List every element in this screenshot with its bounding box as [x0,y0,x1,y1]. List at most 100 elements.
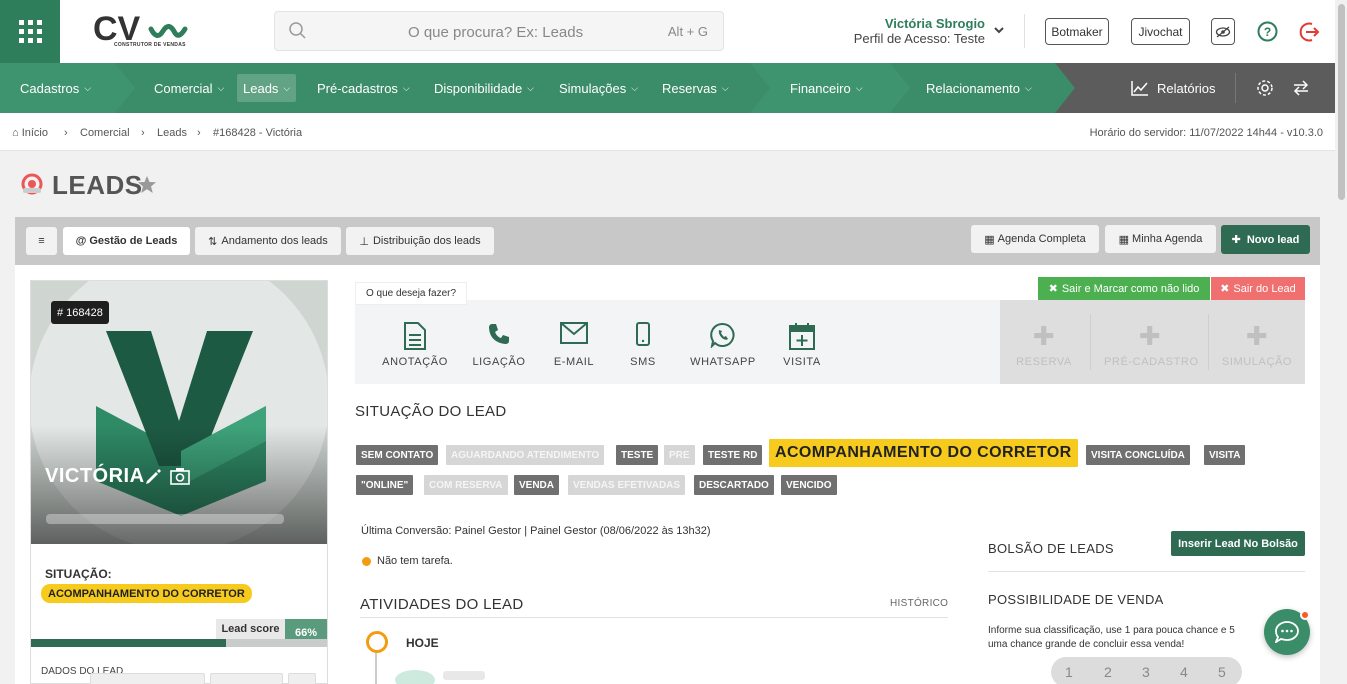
action-reserva: ✚ RESERVA [1014,321,1074,368]
nav-comercial[interactable]: Comercial ⌵ [154,63,224,113]
rating-option[interactable]: 4 [1180,664,1188,680]
jivochat-button[interactable]: Jivochat [1131,18,1190,45]
activities-title: ATIVIDADES DO LEAD [360,596,524,613]
note-icon [404,322,426,350]
hamburger-menu-button[interactable]: ≡ [26,227,57,255]
rating-option[interactable]: 3 [1142,664,1150,680]
status-chip[interactable]: "ONLINE" [356,475,414,495]
exit-mark-unread-button[interactable]: ✖ Sair e Marcar como não lido [1038,277,1210,300]
scrollbar-thumb[interactable] [1338,4,1345,200]
status-chip[interactable]: VISITA CONCLUÍDA [1086,445,1190,465]
help-icon[interactable]: ? [1257,21,1278,42]
breadcrumb-item-leads[interactable]: Leads [157,127,187,139]
plus-icon: ✚ [1032,321,1056,351]
activity-text-blurred [443,671,485,680]
breadcrumb-separator: › [197,127,201,139]
user-name[interactable]: Victória Sbrogio [885,16,985,31]
action-label: SMS [630,356,656,368]
logout-icon[interactable] [1299,21,1321,43]
gear-icon[interactable] [1256,79,1274,97]
status-chip[interactable]: TESTE [616,445,659,465]
timeline-today-marker [366,631,388,653]
apps-menu-button[interactable] [0,0,60,63]
action-label: VISITA [783,356,821,368]
status-chip[interactable]: COM RESERVA [424,475,508,495]
eye-slash-icon [1215,26,1231,37]
partial-button[interactable] [210,673,283,684]
nav-cadastros[interactable]: Cadastros ⌵ [20,63,91,113]
nav-pre-cadastros[interactable]: Pré-cadastros ⌵ [317,63,410,113]
exit-lead-button[interactable]: ✖ Sair do Lead [1211,277,1305,300]
status-chip[interactable]: DESCARTADO [694,475,774,495]
logo-subtitle: CONSTRUTOR DE VENDAS [114,42,186,48]
action-sms[interactable]: SMS [628,322,658,368]
plus-icon: ✚ [1231,234,1241,246]
botmaker-button[interactable]: Botmaker [1045,18,1109,45]
partial-button[interactable] [288,673,316,684]
nav-leads[interactable]: Leads ⌵ [237,74,297,102]
tab-gestao-de-leads[interactable]: @ Gestão de Leads [63,227,190,255]
status-chip[interactable]: AGUARDANDO ATENDIMENTO [446,445,605,465]
global-search[interactable]: O que procura? Ex: Leads Alt + G [274,11,724,51]
status-chip[interactable]: SEM CONTATO [356,445,439,465]
action-label: SIMULAÇÃO [1221,356,1293,368]
novo-lead-button[interactable]: ✚ Novo lead [1221,225,1310,254]
breadcrumb-separator: › [141,127,145,139]
nav-disponibilidade[interactable]: Disponibilidade ⌵ [434,63,534,113]
chat-bubble-icon [1275,621,1299,643]
swap-icon[interactable] [1293,80,1309,96]
action-email[interactable]: E-MAIL [549,322,599,368]
breadcrumb-home[interactable]: ⌂ Início [12,127,48,139]
minha-agenda-button[interactable]: ▦ Minha Agenda [1105,225,1216,253]
tab-distribuicao-dos-leads[interactable]: ⊥ Distribuição dos leads [346,227,494,255]
timeline-line [375,650,377,684]
situation-label: SITUAÇÃO: [45,567,112,581]
action-anotacao[interactable]: ANOTAÇÃO [380,322,450,368]
agenda-completa-button[interactable]: ▦ Agenda Completa [971,225,1099,253]
header-divider [1024,14,1025,48]
chat-notification-dot [1300,610,1310,620]
search-shortcut: Alt + G [667,24,708,39]
breadcrumb-item-comercial[interactable]: Comercial [80,127,130,139]
pencil-icon[interactable] [144,468,162,486]
status-chip[interactable]: VENDAS EFETIVADAS [568,475,686,495]
user-profile: Perfil de Acesso: Teste [853,31,985,46]
nav-relacionamento[interactable]: Relacionamento ⌵ [926,63,1032,113]
rating-option[interactable]: 5 [1218,664,1226,680]
status-chip[interactable]: VENDA [514,475,560,495]
visibility-toggle-button[interactable] [1211,18,1235,45]
tab-andamento-dos-leads[interactable]: ⇅ Andamento dos leads [195,227,341,255]
status-chip[interactable]: VENCIDO [781,475,837,495]
status-chip[interactable]: PRE [664,445,695,465]
nav-simulacoes[interactable]: Simulações ⌵ [559,63,638,113]
divider [988,571,1305,572]
action-whatsapp[interactable]: WHATSAPP [688,322,758,368]
nav-financeiro[interactable]: Financeiro ⌵ [790,63,863,113]
svg-text:?: ? [1264,25,1271,39]
action-visita[interactable]: VISITA [780,322,824,368]
status-chip-active[interactable]: ACOMPANHAMENTO DO CORRETOR [769,439,1078,467]
rating-option[interactable]: 2 [1104,664,1112,680]
action-label: ANOTAÇÃO [382,356,448,368]
history-link[interactable]: HISTÓRICO [890,598,948,609]
rating-option[interactable]: 1 [1065,664,1073,680]
nav-reservas[interactable]: Reservas ⌵ [662,63,729,113]
action-ligacao[interactable]: LIGAÇÃO [470,322,528,368]
search-placeholder: O que procura? Ex: Leads [408,24,584,41]
sitemap-icon: ⊥ [359,235,369,248]
star-icon[interactable] [138,176,156,193]
camera-icon[interactable] [170,467,190,485]
envelope-icon [560,322,588,344]
situation-badge: ACOMPANHAMENTO DO CORRETOR [41,584,252,603]
partial-button[interactable] [90,673,205,684]
status-chip[interactable]: VISITA [1204,445,1246,465]
top-header: CV CONSTRUTOR DE VENDAS O que procura? E… [0,0,1335,63]
nav-relatorios[interactable]: Relatórios [1131,63,1216,113]
inserir-bolsao-button[interactable]: Inserir Lead No Bolsão [1171,531,1305,556]
divider [1090,314,1091,370]
calendar-plus-icon [789,323,815,350]
chevron-down-icon[interactable] [993,24,1005,36]
server-time: Horário do servidor: 11/07/2022 14h44 - … [1089,127,1323,139]
status-chip[interactable]: TESTE RD [703,445,763,465]
plus-icon: ✚ [1245,321,1269,351]
